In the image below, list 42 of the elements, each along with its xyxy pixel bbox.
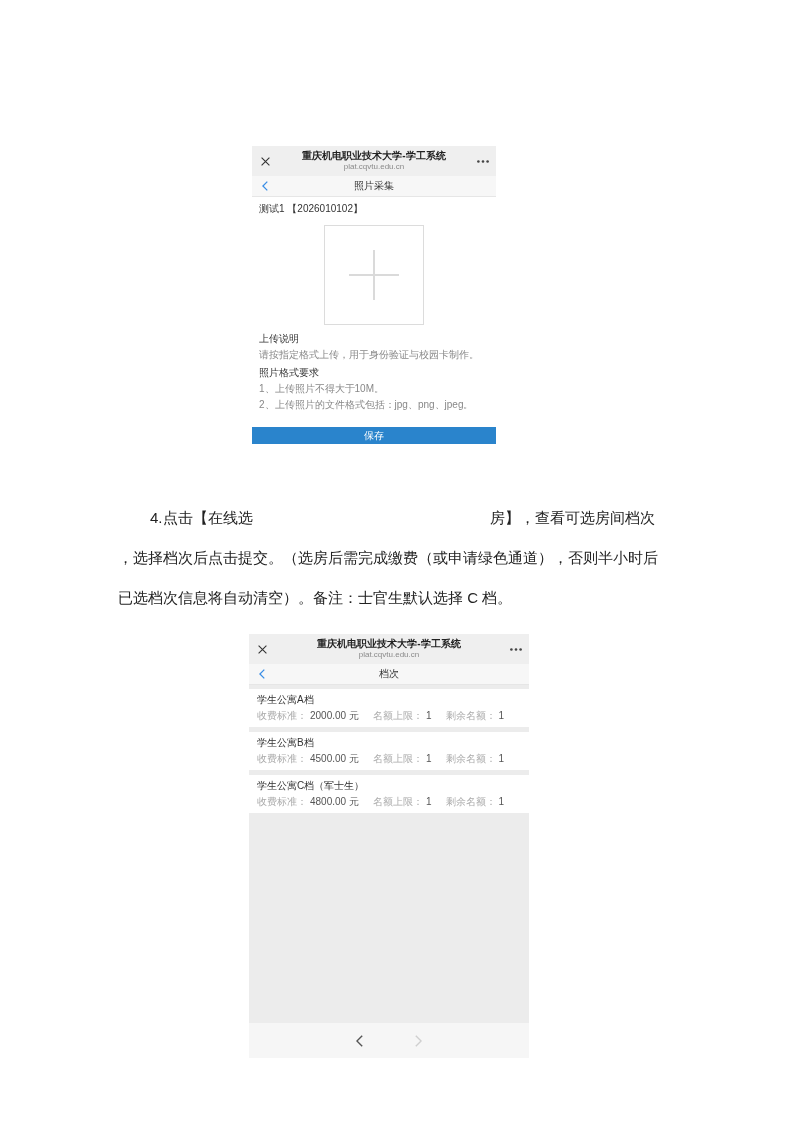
field-value: 4500.00 元	[310, 753, 359, 765]
field-value: 1	[498, 753, 505, 765]
rule-text: 2、上传照片的文件格式包括：jpg、png、jpeg。	[259, 399, 475, 411]
field-value: 1	[498, 796, 505, 808]
field-value: 2000.00 元	[310, 710, 359, 722]
back-icon[interactable]	[259, 669, 265, 679]
field-label: 收费标准：	[257, 710, 307, 722]
plus-icon	[349, 250, 399, 300]
window-title: 重庆机电职业技术大学-学工系统	[317, 638, 461, 650]
instruction-text: 房】，查看可选房间档次	[490, 508, 655, 528]
window-url: plat.cqvtu.edu.cn	[358, 650, 420, 660]
description-text: 请按指定格式上传，用于身份验证与校园卡制作。	[259, 349, 480, 361]
instruction-text: ，选择档次后点击提交。（选房后需完成缴费（或申请绿色通道），否则半小时后已选档次信息将自动清空）。备注：士官生默认选择 C 档。	[118, 548, 659, 608]
page-title: 档次	[379, 668, 399, 680]
close-icon[interactable]	[257, 644, 267, 654]
close-icon[interactable]	[260, 156, 270, 166]
field-value: 1	[498, 710, 505, 722]
field-value: 1	[425, 710, 432, 722]
tier-name: 学生公寓C档（军士生）	[257, 780, 366, 792]
window-url: plat.cqvtu.edu.cn	[343, 162, 405, 172]
instruction-text: 4.点击【在线选	[150, 508, 253, 528]
tier-name: 学生公寓A档	[257, 694, 315, 706]
field-value: 4800.00 元	[310, 796, 359, 808]
page-title: 照片采集	[354, 180, 394, 192]
field-label: 剩余名额：	[445, 796, 496, 808]
chevron-left-icon[interactable]	[356, 1034, 363, 1047]
save-button[interactable]: 保存	[252, 427, 496, 444]
more-icon[interactable]	[477, 159, 489, 163]
section-heading: 上传说明	[259, 333, 300, 345]
field-label: 剩余名额：	[445, 710, 496, 722]
field-value: 1	[425, 753, 432, 765]
field-label: 收费标准：	[257, 796, 307, 808]
more-icon[interactable]	[510, 647, 522, 651]
field-value: 1	[425, 796, 432, 808]
tier-name: 学生公寓B档	[257, 737, 315, 749]
student-label: 测试1 【2026010102】	[259, 203, 364, 215]
field-label: 收费标准：	[257, 753, 307, 765]
window-title: 重庆机电职业技术大学-学工系统	[302, 150, 446, 162]
rule-text: 1、上传照片不得大于10M。	[259, 383, 385, 395]
section-heading: 照片格式要求	[259, 367, 320, 379]
back-icon[interactable]	[262, 181, 268, 191]
field-label: 剩余名额：	[445, 753, 496, 765]
